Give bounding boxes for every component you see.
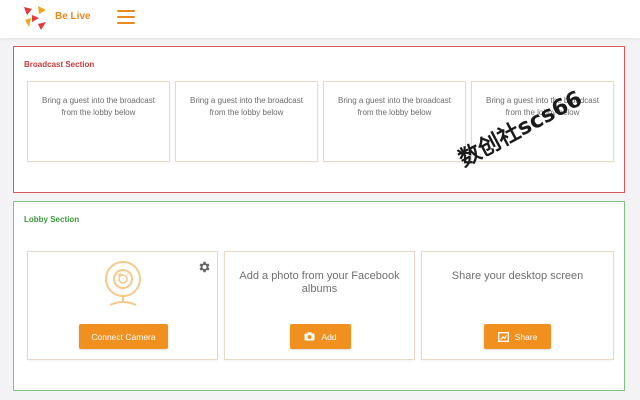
lobby-section: Lobby Section Connect Camera Add a photo…	[13, 201, 625, 391]
broadcast-slot-3[interactable]: Bring a guest into the broadcast from th…	[323, 81, 466, 162]
screen-share-icon	[497, 331, 509, 342]
be-live-logo-icon[interactable]	[22, 5, 48, 31]
hamburger-line	[117, 10, 135, 12]
brand-name: Be Live	[55, 11, 91, 22]
hamburger-icon[interactable]	[117, 10, 135, 24]
broadcast-slot-text: Bring a guest into the broadcast from th…	[42, 96, 155, 117]
connect-camera-button[interactable]: Connect Camera	[79, 324, 168, 349]
top-bar: Be Live	[0, 0, 640, 38]
hamburger-line	[117, 22, 135, 24]
hamburger-line	[117, 16, 135, 18]
desktop-share-text: Share your desktop screen	[451, 270, 584, 282]
broadcast-slot-2[interactable]: Bring a guest into the broadcast from th…	[175, 81, 318, 162]
share-screen-label: Share	[514, 331, 538, 342]
add-photo-button[interactable]: Add	[290, 324, 351, 349]
camera-card: Connect Camera	[27, 251, 218, 360]
camera-icon	[304, 332, 315, 341]
share-screen-button[interactable]: Share	[484, 324, 551, 349]
gear-icon[interactable]	[197, 260, 211, 274]
desktop-share-card: Share your desktop screen Share	[421, 251, 614, 360]
facebook-photo-card: Add a photo from your Facebook albums Ad…	[224, 251, 415, 360]
connect-camera-label: Connect Camera	[91, 331, 156, 342]
broadcast-slot-text: Bring a guest into the broadcast from th…	[338, 96, 451, 117]
webcam-icon	[105, 261, 141, 306]
broadcast-slot-1[interactable]: Bring a guest into the broadcast from th…	[27, 81, 170, 162]
facebook-photo-text: Add a photo from your Facebook albums	[239, 270, 400, 295]
add-photo-label: Add	[321, 331, 337, 342]
lobby-section-title: Lobby Section	[24, 215, 80, 224]
broadcast-section-title: Broadcast Section	[24, 60, 95, 69]
broadcast-slot-text: Bring a guest into the broadcast from th…	[190, 96, 303, 117]
